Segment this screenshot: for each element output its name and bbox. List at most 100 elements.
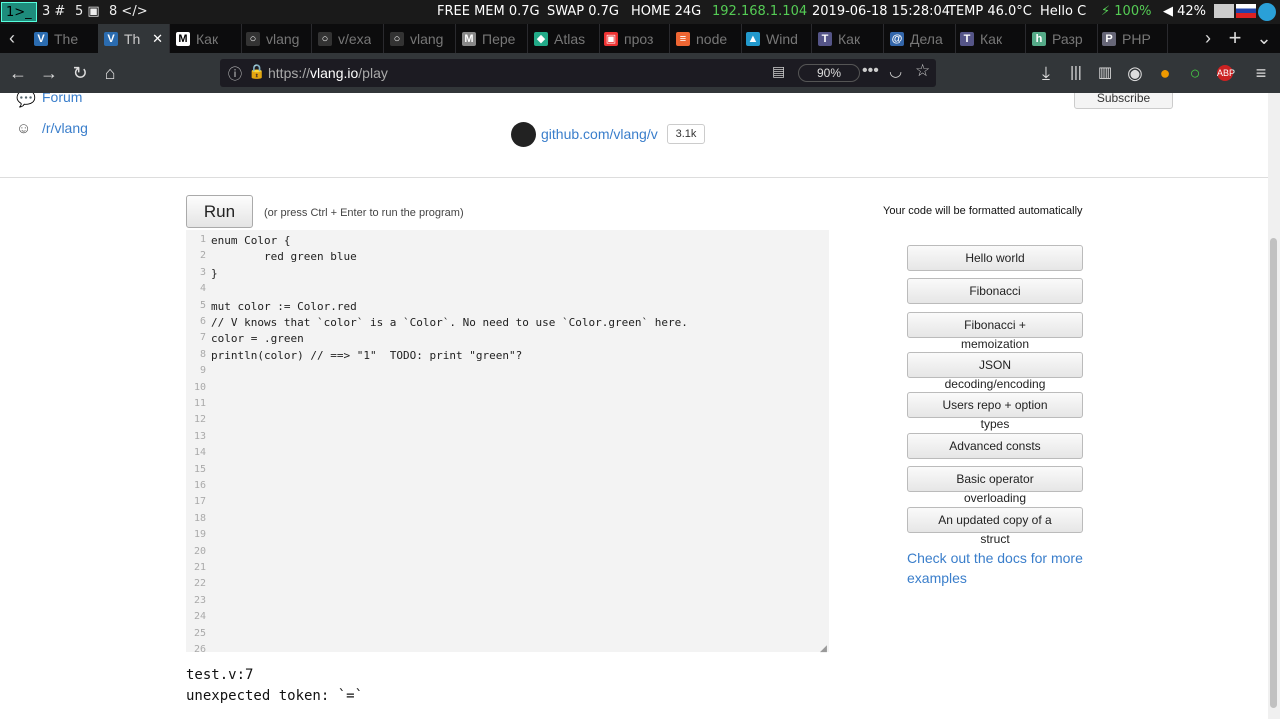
forward-icon[interactable]: → [37,61,61,85]
bookmark-star-icon[interactable]: ☆ [915,61,930,81]
example-button[interactable]: Fibonacci [907,278,1083,304]
docs-link[interactable]: Check out the docs for more examples [907,548,1087,588]
tab-list-icon[interactable]: ⌄ [1252,26,1276,50]
code-line[interactable]: red green blue [211,250,357,263]
workspace-5[interactable]: 5 ▣ [71,2,104,22]
tab-title: Как [980,30,1003,47]
tab-favicon-icon: ○ [246,31,260,46]
example-button-wrapped-text[interactable]: struct [907,532,1083,546]
system-status-bar: 1>_ 3 # 5 ▣ 8 </> FREE MEM 0.7G SWAP 0.7… [0,0,1280,24]
code-editor[interactable]: 1 enum Color {2 red green blue 3} 4 5 mut col… [186,230,829,655]
browser-tab[interactable]: ○ vlang [240,24,312,53]
speaker-icon: ◀ [1163,4,1173,19]
tab-title: Atlas [554,30,586,47]
example-button-wrapped-text[interactable]: decoding/encoding [907,377,1083,391]
page-scrollbar[interactable] [1268,93,1280,719]
workspace-3[interactable]: 3 # [38,2,69,22]
code-line[interactable]: color = .green [211,332,304,345]
sidebar-icon[interactable]: ▥ [1093,61,1117,85]
tabs-scroll-right-icon[interactable]: › [1198,26,1218,50]
account-icon[interactable]: ◉ [1123,61,1147,85]
tab-title: The [54,30,79,47]
example-button[interactable]: Hello world [907,245,1083,271]
line-number: 6 [199,316,206,327]
extension-icon[interactable]: ● [1153,61,1177,85]
adblock-icon[interactable]: ABP [1213,61,1237,85]
browser-tab[interactable]: @ Дела [884,24,956,53]
url-text[interactable]: https://vlang.io/play [268,65,388,81]
example-button[interactable]: Users repo + option [907,392,1083,418]
close-tab-icon[interactable]: ✕ [152,31,163,47]
keyboard-icon [1214,4,1234,18]
browser-tab[interactable]: ○ v/exa [312,24,384,53]
example-button-wrapped-text[interactable]: memoization [907,337,1083,351]
run-button[interactable]: Run [186,195,253,228]
browser-tab[interactable]: V Th ✕ [98,24,170,53]
github-icon [511,122,536,147]
zoom-level[interactable]: 90% [798,64,860,82]
reader-view-icon[interactable]: ▤ [772,63,785,80]
tab-favicon-icon: V [34,31,48,46]
browser-tab[interactable]: ○ vlang [384,24,456,53]
line-number: 4 [199,283,206,295]
browser-tab[interactable]: ▲ Wind [740,24,812,53]
browser-tab[interactable]: M Пере [456,24,528,53]
browser-tab[interactable]: M Как [170,24,242,53]
browser-tab[interactable]: ≡ node [670,24,742,53]
github-link[interactable]: github.com/vlang/v [541,126,658,142]
browser-tab[interactable]: h Разр [1026,24,1098,53]
browser-toolbar: ← → ↻ ⌂ ⓘ 🔒 https://vlang.io/play ▤ 90% … [0,53,1280,93]
tab-title: v/exa [338,30,372,47]
code-line[interactable]: mut color := Color.red [211,300,357,313]
scrollbar-thumb[interactable] [1270,238,1277,708]
code-line[interactable]: enum Color { [211,234,290,247]
info-icon[interactable]: ⓘ [228,64,242,84]
library-icon[interactable]: ||| [1064,61,1088,85]
example-button-wrapped-text[interactable]: types [907,417,1083,431]
url-bar[interactable]: ⓘ 🔒 https://vlang.io/play ▤ 90% ••• ◡ ☆ [220,59,936,87]
example-button[interactable]: Fibonacci + [907,312,1083,338]
volume-indicator[interactable]: ◀ 42% [1163,4,1206,19]
downloads-icon[interactable]: ⤓ [1034,61,1058,85]
tabs-scroll-left-icon[interactable]: ‹ [2,26,22,50]
page-actions-icon[interactable]: ••• [862,62,879,80]
extension-ring-icon[interactable]: ○ [1183,61,1207,85]
browser-tab[interactable]: T Как [954,24,1026,53]
line-number: 17 [193,496,206,508]
tab-title: Как [838,30,861,47]
tab-title: PHP [1122,30,1151,47]
example-button[interactable]: An updated copy of a [907,507,1083,533]
reload-icon[interactable]: ↻ [68,61,92,85]
code-line[interactable]: // V knows that `color` is a `Color`. No… [211,316,688,329]
subscribe-button[interactable]: Subscribe [1074,93,1173,109]
tab-favicon-icon: T [960,31,974,46]
example-button[interactable]: Advanced consts [907,433,1083,459]
output-line: unexpected token: `=` [186,688,364,704]
tab-favicon-icon: P [1102,31,1116,46]
code-line[interactable]: } [211,267,218,280]
resize-handle-icon[interactable]: ◢ [820,643,827,654]
reddit-link[interactable]: /r/vlang [42,120,88,136]
new-tab-icon[interactable]: + [1223,26,1247,50]
telegram-icon[interactable] [1258,3,1276,21]
back-icon[interactable]: ← [6,61,30,85]
browser-tab[interactable]: ◆ Atlas [528,24,600,53]
tab-favicon-icon: ▣ [604,31,618,46]
output-panel: test.v:7 unexpected token: `=` [186,665,363,707]
example-button[interactable]: JSON [907,352,1083,378]
menu-icon[interactable]: ≡ [1249,61,1273,85]
browser-tab[interactable]: P PHP [1096,24,1168,53]
pocket-icon[interactable]: ◡ [889,62,902,80]
home-icon[interactable]: ⌂ [98,61,122,85]
workspace-1[interactable]: 1>_ [1,2,37,22]
browser-tab[interactable]: ▣ проз [598,24,670,53]
browser-tab[interactable]: V The [28,24,100,53]
browser-tab[interactable]: T Как [812,24,884,53]
example-button[interactable]: Basic operator [907,466,1083,492]
line-number: 3 [199,266,206,278]
example-button-wrapped-text[interactable]: overloading [907,491,1083,505]
workspace-8[interactable]: 8 </> [105,2,152,22]
github-stars-count[interactable]: 3.1k [667,124,705,144]
forum-link[interactable]: Forum [42,93,82,105]
code-line[interactable]: println(color) // ==> "1" TODO: print "g… [211,349,522,362]
